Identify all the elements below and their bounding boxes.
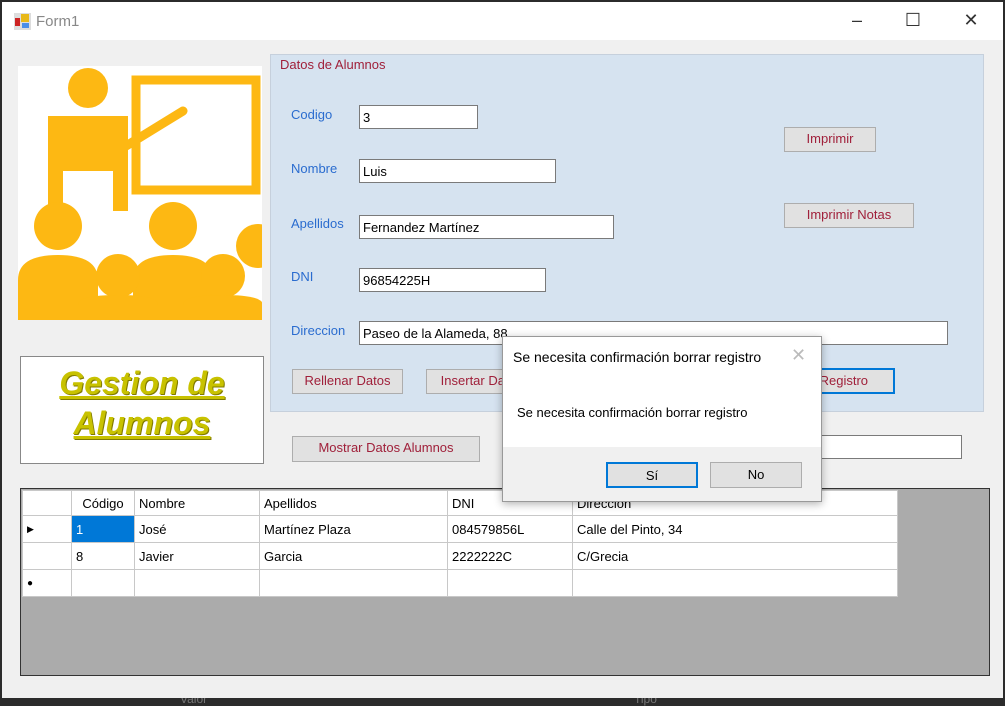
codigo-label: Codigo <box>291 107 333 122</box>
rellenar-datos-button[interactable]: Rellenar Datos <box>292 369 403 394</box>
teacher-logo-image <box>18 66 280 320</box>
table-cell[interactable] <box>259 569 448 597</box>
mostrar-datos-button[interactable]: Mostrar Datos Alumnos <box>292 436 480 462</box>
table-row[interactable]: ▶ 1 José Martínez Plaza 084579856L Calle… <box>22 515 898 543</box>
main-window: Form1 – ☐ ✕ Gestion de Alumnos Datos de … <box>2 2 1003 698</box>
table-cell[interactable]: 084579856L <box>447 515 573 543</box>
yes-button[interactable]: Sí <box>606 462 698 488</box>
app-title-line2: Alumnos <box>73 405 211 441</box>
window-title: Form1 <box>36 13 80 30</box>
codigo-input[interactable]: 3 <box>359 105 478 129</box>
table-cell[interactable] <box>572 569 898 597</box>
minimize-button[interactable]: – <box>842 10 872 32</box>
table-row[interactable]: 8 Javier Garcia 2222222C C/Grecia <box>22 542 898 570</box>
maximize-button[interactable]: ☐ <box>898 10 928 32</box>
row-header-corner <box>22 490 72 516</box>
table-cell[interactable] <box>71 569 135 597</box>
no-button[interactable]: No <box>710 462 802 488</box>
dialog-message: Se necesita confirmación borrar registro <box>517 405 748 420</box>
new-row[interactable]: ● <box>22 569 898 597</box>
imprimir-button[interactable]: Imprimir <box>784 127 876 152</box>
direccion-label: Direccion <box>291 323 346 338</box>
nombre-input[interactable]: Luis <box>359 159 556 183</box>
title-bar: Form1 – ☐ ✕ <box>2 2 1003 40</box>
table-cell[interactable]: Javier <box>134 542 260 570</box>
confirm-dialog: Se necesita confirmación borrar registro… <box>502 336 822 502</box>
column-header[interactable]: Código <box>71 490 135 516</box>
table-cell[interactable]: C/Grecia <box>572 542 898 570</box>
table-cell[interactable]: 2222222C <box>447 542 573 570</box>
imprimir-notas-button[interactable]: Imprimir Notas <box>784 203 914 228</box>
app-icon <box>14 13 31 30</box>
apellidos-input[interactable]: Fernandez Martínez <box>359 215 614 239</box>
column-header[interactable]: Apellidos <box>259 490 448 516</box>
app-title-box: Gestion de Alumnos <box>20 356 264 464</box>
table-cell[interactable] <box>134 569 260 597</box>
table-cell[interactable]: Calle del Pinto, 34 <box>572 515 898 543</box>
apellidos-label: Apellidos <box>291 216 344 231</box>
nombre-label: Nombre <box>291 161 338 176</box>
dialog-close-icon[interactable]: ✕ <box>791 345 806 366</box>
dialog-title: Se necesita confirmación borrar registro <box>513 349 762 365</box>
dni-label: DNI <box>291 269 314 284</box>
table-cell[interactable]: Martínez Plaza <box>259 515 448 543</box>
table-cell[interactable]: Garcia <box>259 542 448 570</box>
app-title-line1: Gestion de <box>59 365 225 401</box>
table-cell[interactable]: 1 <box>71 515 135 543</box>
new-row-asterisk-icon: ● <box>22 569 72 597</box>
row-header <box>22 542 72 570</box>
table-cell[interactable] <box>447 569 573 597</box>
search-input[interactable] <box>802 435 962 459</box>
group-title: Datos de Alumnos <box>280 57 386 72</box>
column-header[interactable]: Nombre <box>134 490 260 516</box>
dni-input[interactable]: 96854225H <box>359 268 546 292</box>
alumnos-datagrid[interactable]: Código Nombre Apellidos DNI Direccion ▶ … <box>20 488 990 676</box>
current-row-arrow-icon: ▶ <box>22 515 72 543</box>
table-cell[interactable]: José <box>134 515 260 543</box>
table-cell[interactable]: 8 <box>71 542 135 570</box>
close-button[interactable]: ✕ <box>956 10 986 32</box>
